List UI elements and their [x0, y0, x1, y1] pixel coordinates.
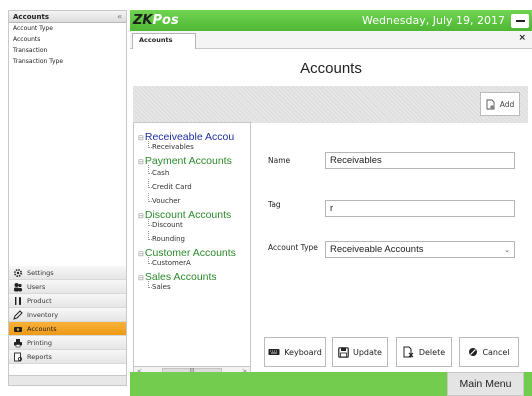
save-icon [338, 346, 349, 358]
tree-group-customer[interactable]: ⊟Customer Accounts [138, 247, 250, 259]
users-icon [13, 282, 23, 292]
money-icon [13, 324, 23, 334]
delete-document-icon [403, 346, 414, 358]
collapse-icon[interactable]: « [117, 12, 122, 21]
sidebar-footer [9, 375, 126, 385]
nav-inventory[interactable]: Inventory [9, 308, 126, 322]
cancel-icon [469, 348, 478, 356]
tree-leaf[interactable]: Discount [138, 217, 250, 229]
sidebar: Accounts « Account Type Accounts Transac… [8, 10, 127, 386]
name-field[interactable]: Receivables [325, 152, 515, 169]
add-document-icon [486, 99, 495, 109]
tree-leaf[interactable]: Sales [138, 279, 250, 291]
tab-bar: Accounts × [130, 31, 532, 49]
pencil-icon [13, 309, 23, 320]
tree-collapse-icon: ⊟ [138, 213, 144, 220]
tree-group-receivable[interactable]: ⊟Receiveable Accou [138, 131, 250, 143]
sidebar-item-accounts[interactable]: Accounts [9, 34, 126, 45]
add-button[interactable]: Add [480, 92, 520, 116]
nav-users-label: Users [27, 282, 46, 291]
nav-users[interactable]: Users [9, 280, 126, 294]
nav-settings-label: Settings [27, 268, 54, 277]
cancel-button[interactable]: Cancel [459, 337, 519, 367]
chevron-down-icon: ⌄ [504, 246, 510, 254]
sidebar-item-transaction[interactable]: Transaction [9, 45, 126, 56]
tree-collapse-icon: ⊟ [138, 135, 144, 142]
update-button-label: Update [353, 347, 382, 357]
tree-leaf[interactable]: Receivables [138, 139, 250, 151]
printer-icon [13, 338, 23, 348]
tree-group-label: Discount Accounts [144, 209, 232, 221]
page-title: Accounts [300, 60, 362, 77]
sidebar-item-account-type[interactable]: Account Type [9, 23, 126, 34]
tree-collapse-icon: ⊟ [138, 275, 144, 282]
keyboard-button[interactable]: Keyboard [264, 337, 326, 367]
delete-button-label: Delete [418, 347, 446, 357]
nav-accounts[interactable]: Accounts [9, 322, 126, 336]
tag-label: Tag [268, 200, 281, 209]
sidebar-item-transaction-type[interactable]: Transaction Type [9, 56, 126, 67]
tree-group-label: Sales Accounts [144, 271, 217, 283]
tree-leaf[interactable]: Voucher [138, 193, 250, 205]
tag-field[interactable]: r [325, 200, 515, 217]
close-icon[interactable]: × [518, 33, 526, 43]
nav-inventory-label: Inventory [27, 310, 59, 319]
delete-button[interactable]: Delete [396, 337, 452, 367]
keyboard-icon [268, 349, 280, 355]
tree-leaf[interactable]: CustomerA [138, 255, 250, 267]
module-nav: Settings Users Product Inventory Account… [9, 266, 126, 364]
tree-group-label: Receiveable Accou [144, 131, 235, 143]
tree-group-sales[interactable]: ⊟Sales Accounts [138, 271, 250, 283]
logo-suffix: Pos [152, 13, 179, 28]
minimize-button[interactable] [511, 13, 529, 28]
tree-group-discount[interactable]: ⊟Discount Accounts [138, 209, 250, 221]
nav-reports[interactable]: Reports [9, 350, 126, 364]
account-type-value: Receiveable Accounts [330, 244, 424, 255]
account-tree[interactable]: ⊟Receiveable Accou Receivables ⊟Payment … [133, 122, 251, 378]
nav-settings[interactable]: Settings [9, 266, 126, 280]
sidebar-header: Accounts « [9, 11, 126, 23]
minimize-icon [515, 19, 525, 22]
fork-knife-icon [13, 296, 23, 306]
tree-collapse-icon: ⊟ [138, 251, 144, 258]
nav-product-label: Product [27, 296, 52, 305]
date-display: Wednesday, July 19, 2017 [362, 14, 505, 27]
tree-group-label: Customer Accounts [144, 247, 236, 259]
tree-group-label: Payment Accounts [144, 155, 232, 167]
tree-group-payment[interactable]: ⊟Payment Accounts [138, 155, 250, 167]
account-type-select[interactable]: Receiveable Accounts ⌄ [325, 241, 515, 258]
toolbar: Add [133, 86, 528, 123]
tree-leaf[interactable]: Credit Card [138, 179, 250, 191]
app-logo: ZKPos [130, 13, 179, 28]
name-label: Name [268, 156, 291, 165]
sidebar-title: Accounts [13, 12, 50, 21]
nav-reports-label: Reports [27, 352, 52, 361]
update-button[interactable]: Update [332, 337, 388, 367]
nav-printing-label: Printing [27, 338, 53, 347]
tab-accounts[interactable]: Accounts [132, 33, 196, 49]
nav-printing[interactable]: Printing [9, 336, 126, 350]
tree-leaf[interactable]: Cash [138, 165, 250, 177]
account-type-label: Account Type [268, 243, 318, 252]
main-window: ZKPos Wednesday, July 19, 2017 Accounts … [130, 10, 532, 396]
report-icon [13, 352, 23, 362]
cancel-button-label: Cancel [482, 347, 510, 357]
nav-product[interactable]: Product [9, 294, 126, 308]
title-bar: ZKPos Wednesday, July 19, 2017 [130, 10, 532, 31]
nav-accounts-label: Accounts [27, 324, 57, 333]
keyboard-button-label: Keyboard [284, 347, 322, 357]
logo-prefix: ZK [133, 13, 153, 28]
tree-collapse-icon: ⊟ [138, 159, 144, 166]
main-menu-button[interactable]: Main Menu [447, 372, 524, 396]
tree-leaf[interactable]: Rounding [138, 231, 250, 243]
add-button-label: Add [499, 99, 515, 109]
gear-icon [13, 268, 23, 278]
